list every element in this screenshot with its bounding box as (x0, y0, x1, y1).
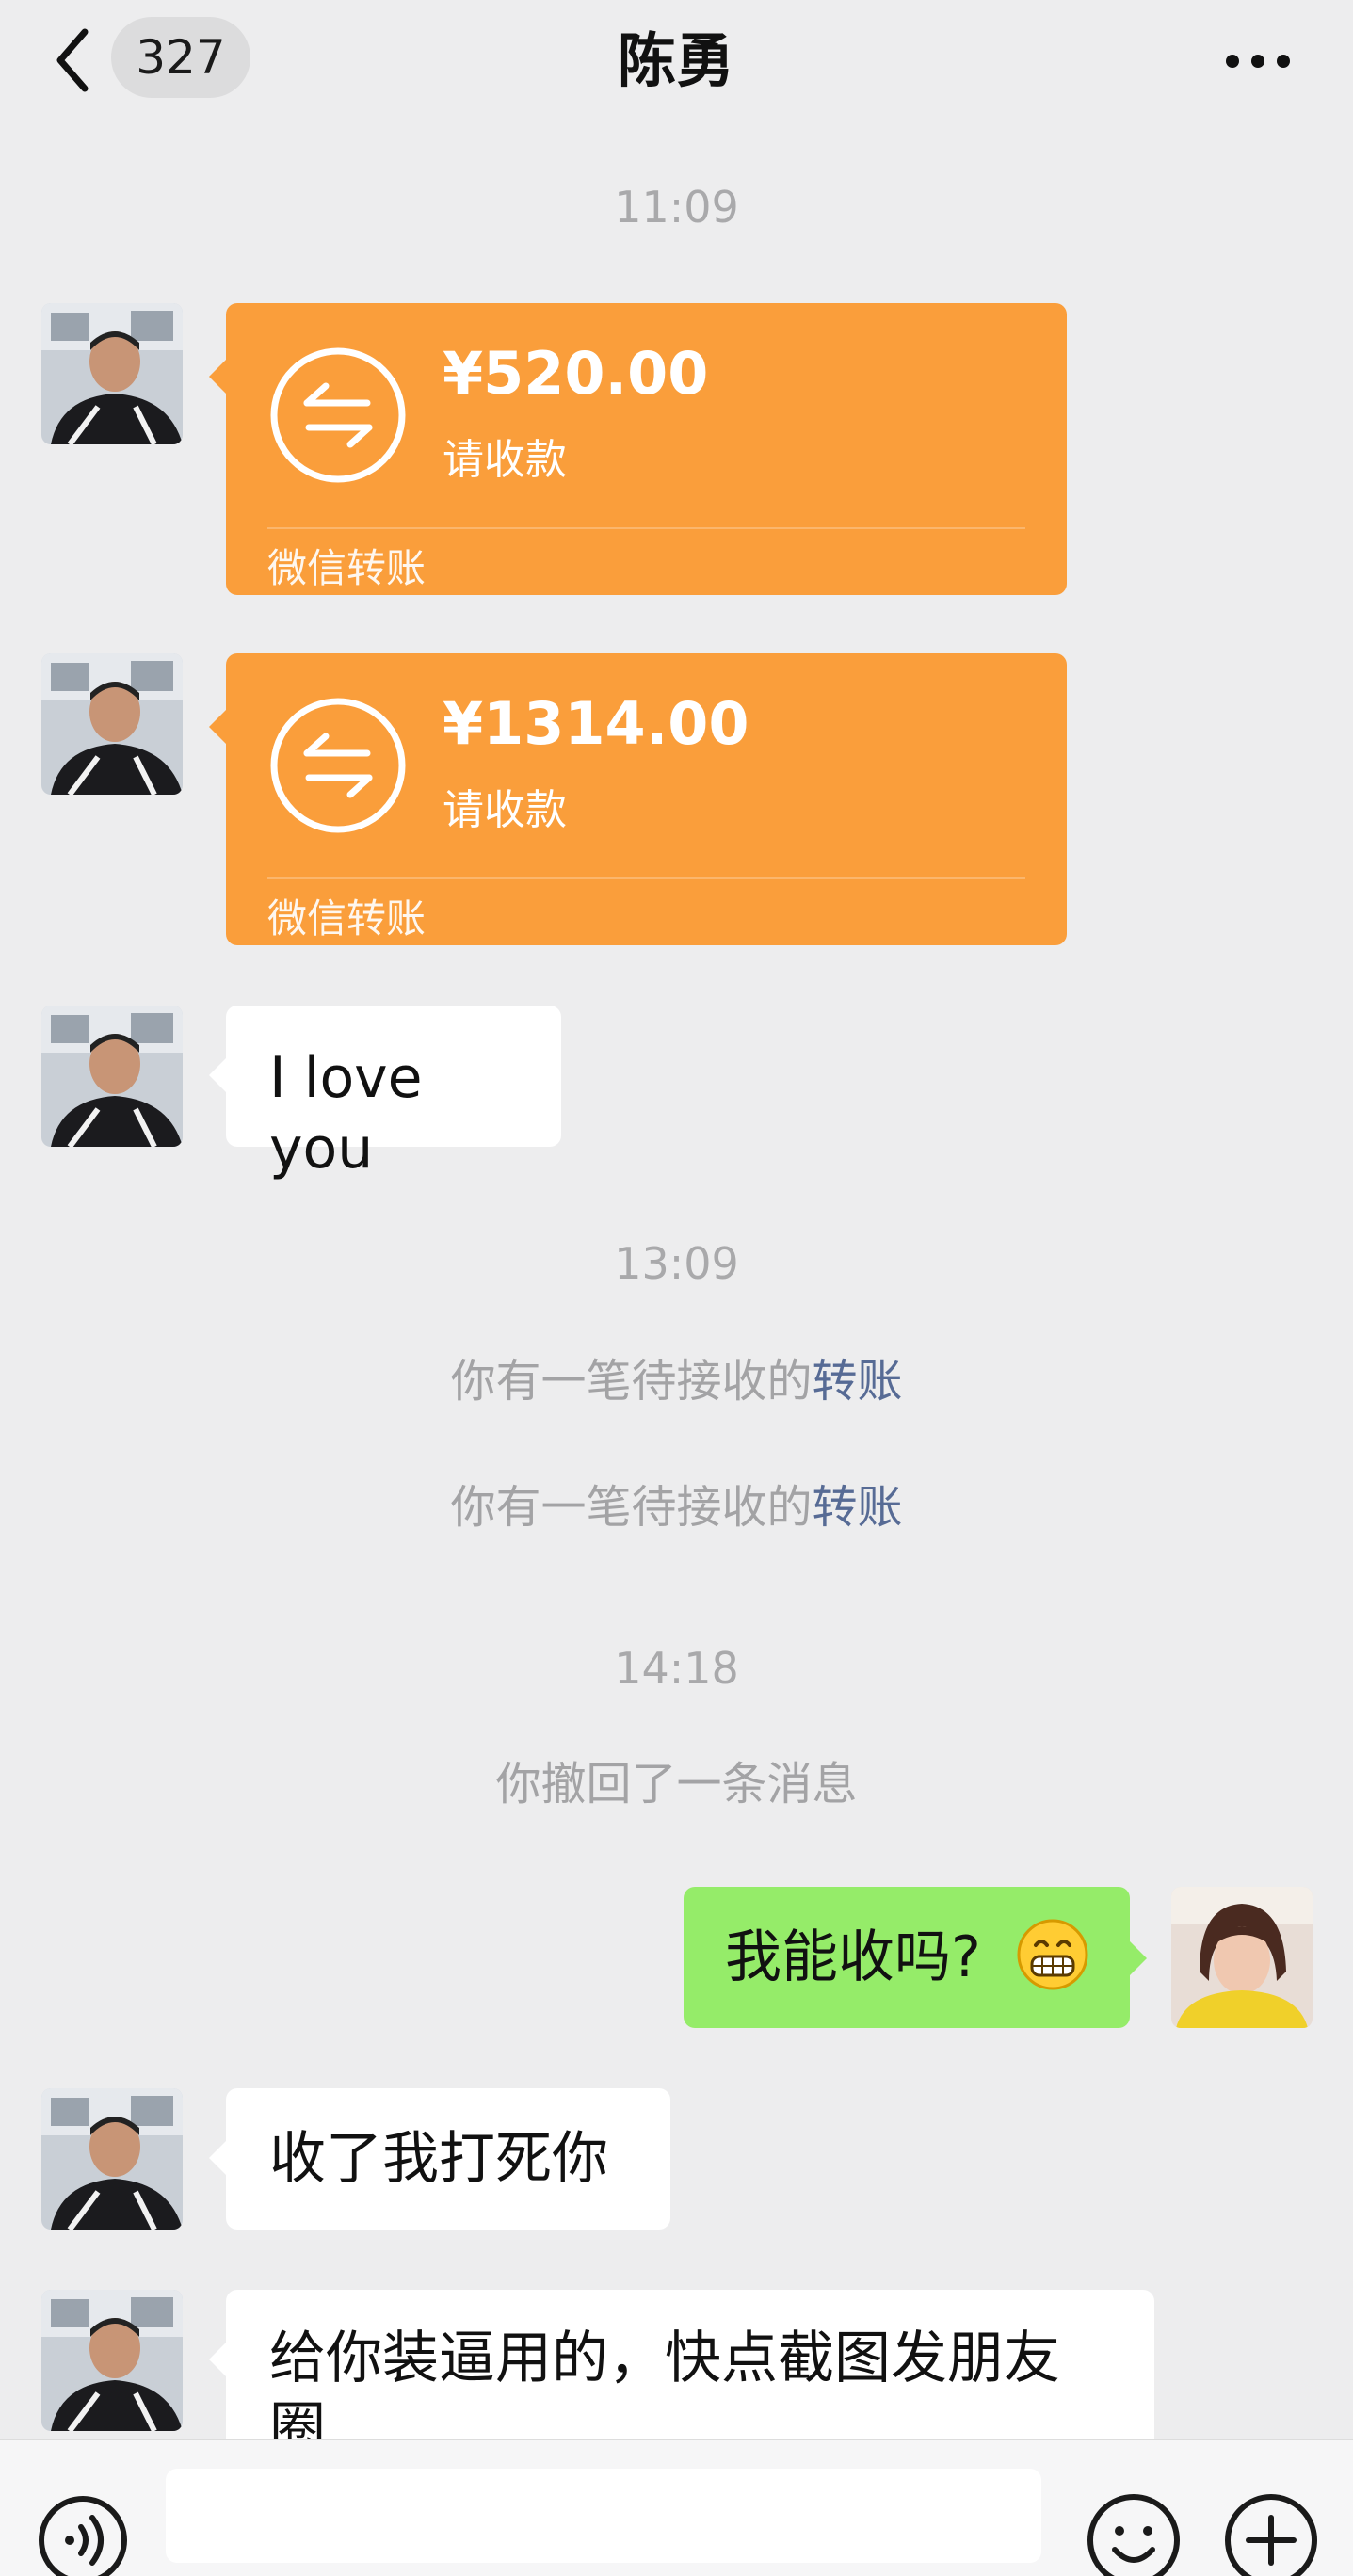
transfer-card[interactable]: ¥1314.00 请收款 微信转账 (209, 653, 1067, 945)
contact-avatar[interactable] (41, 653, 183, 795)
my-message-bubble[interactable]: 我能收吗? (684, 1887, 1147, 2028)
more-dots-icon (1226, 55, 1239, 68)
transfer-link[interactable]: 转账 (813, 1355, 903, 1408)
transfer-status: 请收款 (443, 786, 567, 834)
emoji-icon[interactable] (1085, 2491, 1183, 2576)
divider (267, 527, 1025, 529)
transfer-arrows-icon (270, 698, 406, 833)
my-avatar[interactable] (1171, 1887, 1313, 2028)
unread-count-badge[interactable]: 327 (111, 17, 250, 98)
voice-icon[interactable] (36, 2493, 130, 2576)
input-bar (0, 2439, 1353, 2576)
transfer-brand: 微信转账 (267, 545, 427, 591)
transfer-amount: ¥520.00 (443, 339, 709, 408)
chat-title: 陈勇 (617, 26, 734, 95)
transfer-amount: ¥1314.00 (443, 689, 749, 758)
chat-screen: 327 陈勇 11:09 ¥520.00 请收款 微信转账 ¥1314.00 请… (0, 0, 1353, 2576)
timestamp: 11:09 (614, 182, 739, 233)
message-text: I love you (269, 1045, 423, 1182)
chat-header: 327 陈勇 (0, 0, 1353, 122)
system-notice: 你有一笔待接收的转账 (0, 1474, 1353, 1540)
contact-avatar[interactable] (41, 303, 183, 444)
message-text: 收了我打死你 (269, 2126, 608, 2192)
transfer-link[interactable]: 转账 (813, 1481, 903, 1534)
message-text: 我能收吗? (725, 1924, 981, 1990)
contact-avatar[interactable] (41, 1006, 183, 1147)
back-button[interactable] (47, 23, 104, 98)
timestamp: 13:09 (614, 1238, 739, 1289)
system-notice-text: 你有一笔待接收的 (450, 1355, 813, 1408)
system-notice-text: 你有一笔待接收的 (450, 1481, 813, 1534)
plus-icon[interactable] (1222, 2491, 1320, 2576)
system-notice: 你有一笔待接收的转账 (0, 1348, 1353, 1414)
chevron-left-icon (56, 28, 89, 92)
divider (267, 877, 1025, 879)
message-input[interactable] (166, 2469, 1041, 2563)
grinning-face-icon (1017, 1919, 1088, 1990)
transfer-arrows-icon (270, 347, 406, 483)
transfer-status: 请收款 (443, 436, 567, 484)
timestamp: 14:18 (614, 1643, 739, 1694)
message-bubble[interactable]: I love you (209, 1006, 561, 1182)
contact-avatar[interactable] (41, 2088, 183, 2230)
more-button[interactable] (1220, 32, 1296, 89)
message-bubble[interactable]: 收了我打死你 (209, 2088, 670, 2230)
recall-notice: 你撤回了一条消息 (495, 1758, 858, 1811)
transfer-brand: 微信转账 (267, 895, 427, 942)
contact-avatar[interactable] (41, 2290, 183, 2431)
transfer-card[interactable]: ¥520.00 请收款 微信转账 (209, 303, 1067, 595)
